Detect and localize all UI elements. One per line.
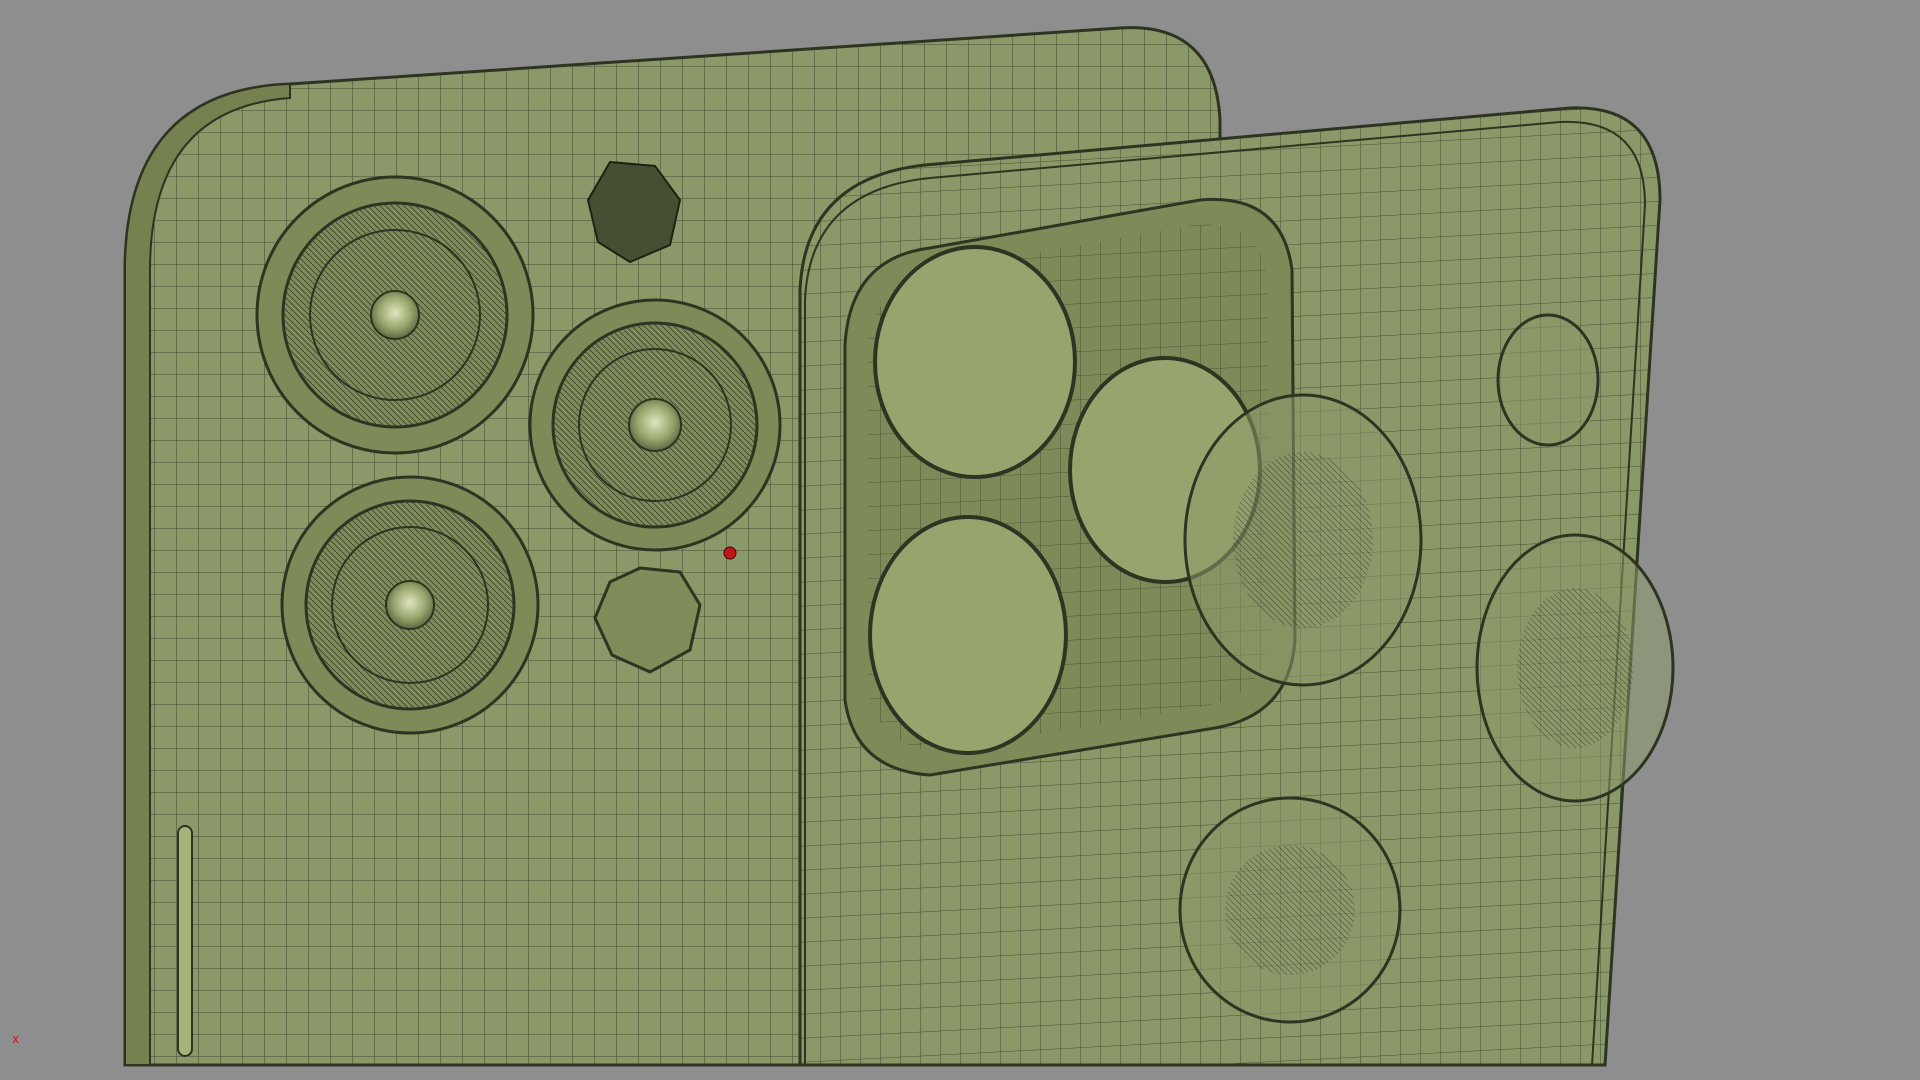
axis-indicator: x: [12, 1032, 20, 1046]
camera-lens-top: [255, 175, 535, 455]
mesh-scene[interactable]: [0, 0, 1920, 1080]
side-button: [177, 825, 193, 1057]
selected-vertex[interactable]: [723, 546, 737, 560]
case-button-small: [1496, 313, 1600, 447]
lens-opening-3: [868, 515, 1068, 755]
lens-opening-1: [873, 245, 1077, 479]
camera-lens-bottom: [280, 475, 540, 735]
phone-case-mesh[interactable]: [798, 106, 1675, 1067]
camera-lens-middle: [528, 298, 782, 552]
3d-viewport[interactable]: x: [0, 0, 1920, 1080]
